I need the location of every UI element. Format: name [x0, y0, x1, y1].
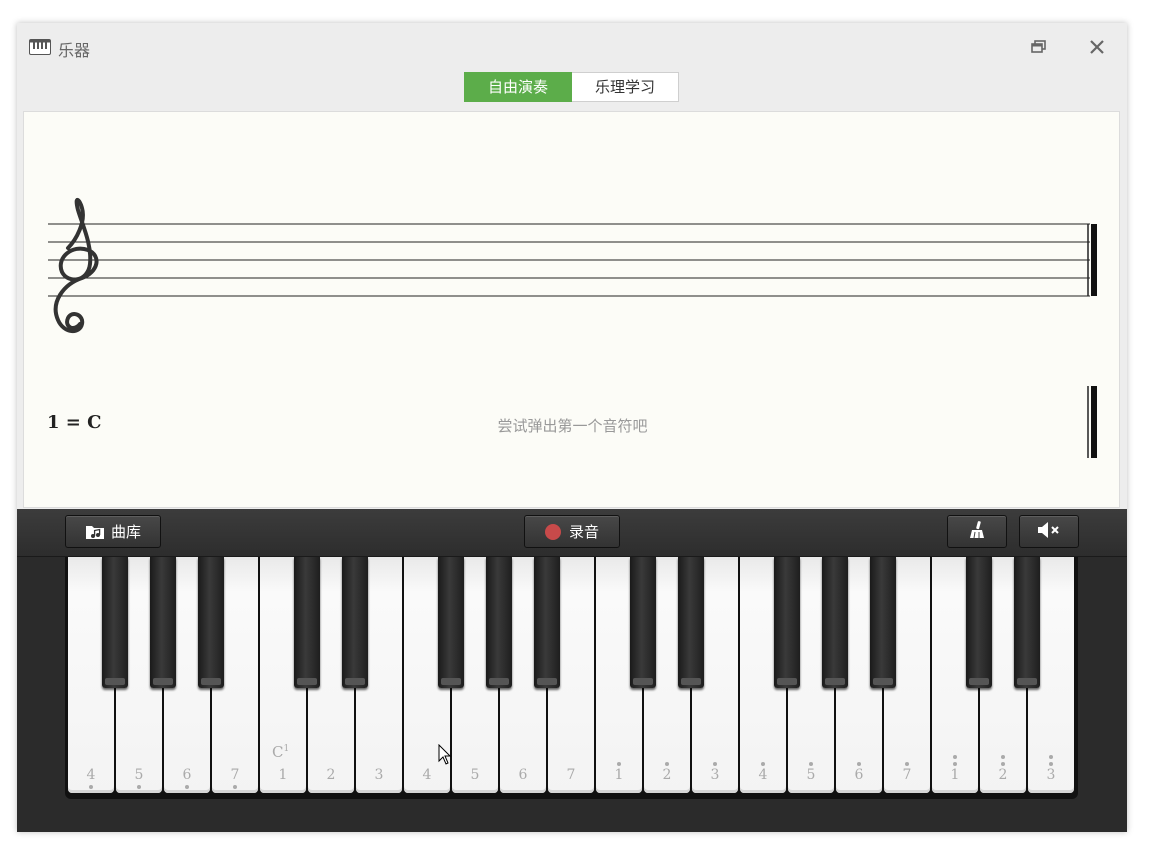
score-panel: 1 = C 尝试弹出第一个音符吧 — [23, 111, 1120, 508]
octave-dot-above — [1001, 762, 1005, 766]
octave-dot-below — [89, 785, 93, 789]
octave-dot-above — [905, 762, 909, 766]
octave-dot-above — [1049, 755, 1053, 759]
speaker-mute-icon — [1036, 521, 1062, 543]
record-label: 录音 — [568, 523, 599, 541]
key-note-label: 6 — [182, 767, 192, 783]
black-key[interactable] — [198, 557, 224, 688]
key-note-label: 4 — [758, 767, 768, 783]
mode-tabs: 自由演奏 乐理学习 — [464, 72, 679, 102]
tab-free-play[interactable]: 自由演奏 — [464, 72, 572, 102]
mouse-cursor-icon — [438, 744, 452, 765]
staff-lines — [48, 223, 1090, 297]
octave-dot-above — [953, 762, 957, 766]
record-dot-icon — [544, 523, 561, 540]
key-note-label: 7 — [566, 767, 576, 783]
key-note-label: 2 — [662, 767, 672, 783]
key-note-label: 4 — [422, 767, 432, 783]
octave-dot-above — [617, 762, 621, 766]
octave-dot-above — [665, 762, 669, 766]
octave-dot-below — [137, 785, 141, 789]
octave-dot-above — [809, 762, 813, 766]
middle-c-marker: C1 — [272, 743, 290, 761]
octave-dot-above — [857, 762, 861, 766]
tab-theory-learning[interactable]: 乐理学习 — [572, 72, 679, 102]
key-note-label: 2 — [326, 767, 336, 783]
black-key[interactable] — [534, 557, 560, 688]
broom-icon — [967, 520, 987, 544]
octave-dot-below — [233, 785, 237, 789]
octave-dot-below — [185, 785, 189, 789]
treble-clef-icon — [53, 198, 99, 333]
key-note-label: 7 — [230, 767, 240, 783]
staff-notation — [48, 198, 1097, 458]
key-note-label: 5 — [806, 767, 816, 783]
key-note-label: 1 — [614, 767, 624, 783]
record-button[interactable]: 录音 — [524, 515, 620, 548]
black-key[interactable] — [678, 557, 704, 688]
clear-button[interactable] — [947, 515, 1007, 548]
key-note-label: 3 — [710, 767, 720, 783]
black-key[interactable] — [822, 557, 848, 688]
black-key[interactable] — [774, 557, 800, 688]
window-title: 乐器 — [58, 41, 91, 60]
piano-toolbar: 曲库 录音 — [17, 509, 1127, 557]
piano-area: 4 5 6 7 1 C1 2 3 4 5 6 7 1 2 3 4 5 6 7 1 2 3 — [17, 557, 1127, 832]
restore-window-icon — [1031, 39, 1047, 58]
octave-dot-above — [1001, 755, 1005, 759]
octave-dot-above — [761, 762, 765, 766]
key-note-label: 4 — [86, 767, 96, 783]
close-icon — [1090, 39, 1104, 58]
black-key[interactable] — [486, 557, 512, 688]
key-note-label: 3 — [1046, 767, 1056, 783]
black-key[interactable] — [870, 557, 896, 688]
key-note-label: 2 — [998, 767, 1008, 783]
piano-keys-icon — [29, 39, 51, 55]
black-key[interactable] — [630, 557, 656, 688]
black-key[interactable] — [1014, 557, 1040, 688]
close-button[interactable] — [1083, 35, 1111, 61]
octave-dot-above — [953, 755, 957, 759]
black-key[interactable] — [438, 557, 464, 688]
black-key[interactable] — [294, 557, 320, 688]
key-note-label: 6 — [518, 767, 528, 783]
key-note-label: 1 — [950, 767, 960, 783]
key-note-label: 5 — [470, 767, 480, 783]
black-key[interactable] — [150, 557, 176, 688]
key-note-label: 3 — [374, 767, 384, 783]
octave-dot-above — [713, 762, 717, 766]
library-label: 曲库 — [110, 523, 141, 541]
library-button[interactable]: 曲库 — [65, 515, 161, 548]
key-note-label: 1 — [278, 767, 288, 783]
piano-keyboard: 4 5 6 7 1 C1 2 3 4 5 6 7 1 2 3 4 5 6 7 1 2 3 — [65, 557, 1078, 799]
octave-dot-above — [1049, 762, 1053, 766]
title-bar: 乐器 — [17, 23, 1127, 73]
key-note-label: 6 — [854, 767, 864, 783]
hint-text: 尝试弹出第一个音符吧 — [497, 417, 648, 435]
black-key[interactable] — [966, 557, 992, 688]
mute-button[interactable] — [1019, 515, 1079, 548]
key-note-label: 5 — [134, 767, 144, 783]
black-key[interactable] — [342, 557, 368, 688]
instrument-window: 乐器 自由演奏 乐理学习 1 = C 尝试弹出第一个音符吧 曲库 录音 4 5 … — [17, 23, 1127, 832]
restore-button[interactable] — [1025, 35, 1053, 61]
black-key[interactable] — [102, 557, 128, 688]
key-note-label: 7 — [902, 767, 912, 783]
music-folder-icon — [85, 524, 105, 540]
